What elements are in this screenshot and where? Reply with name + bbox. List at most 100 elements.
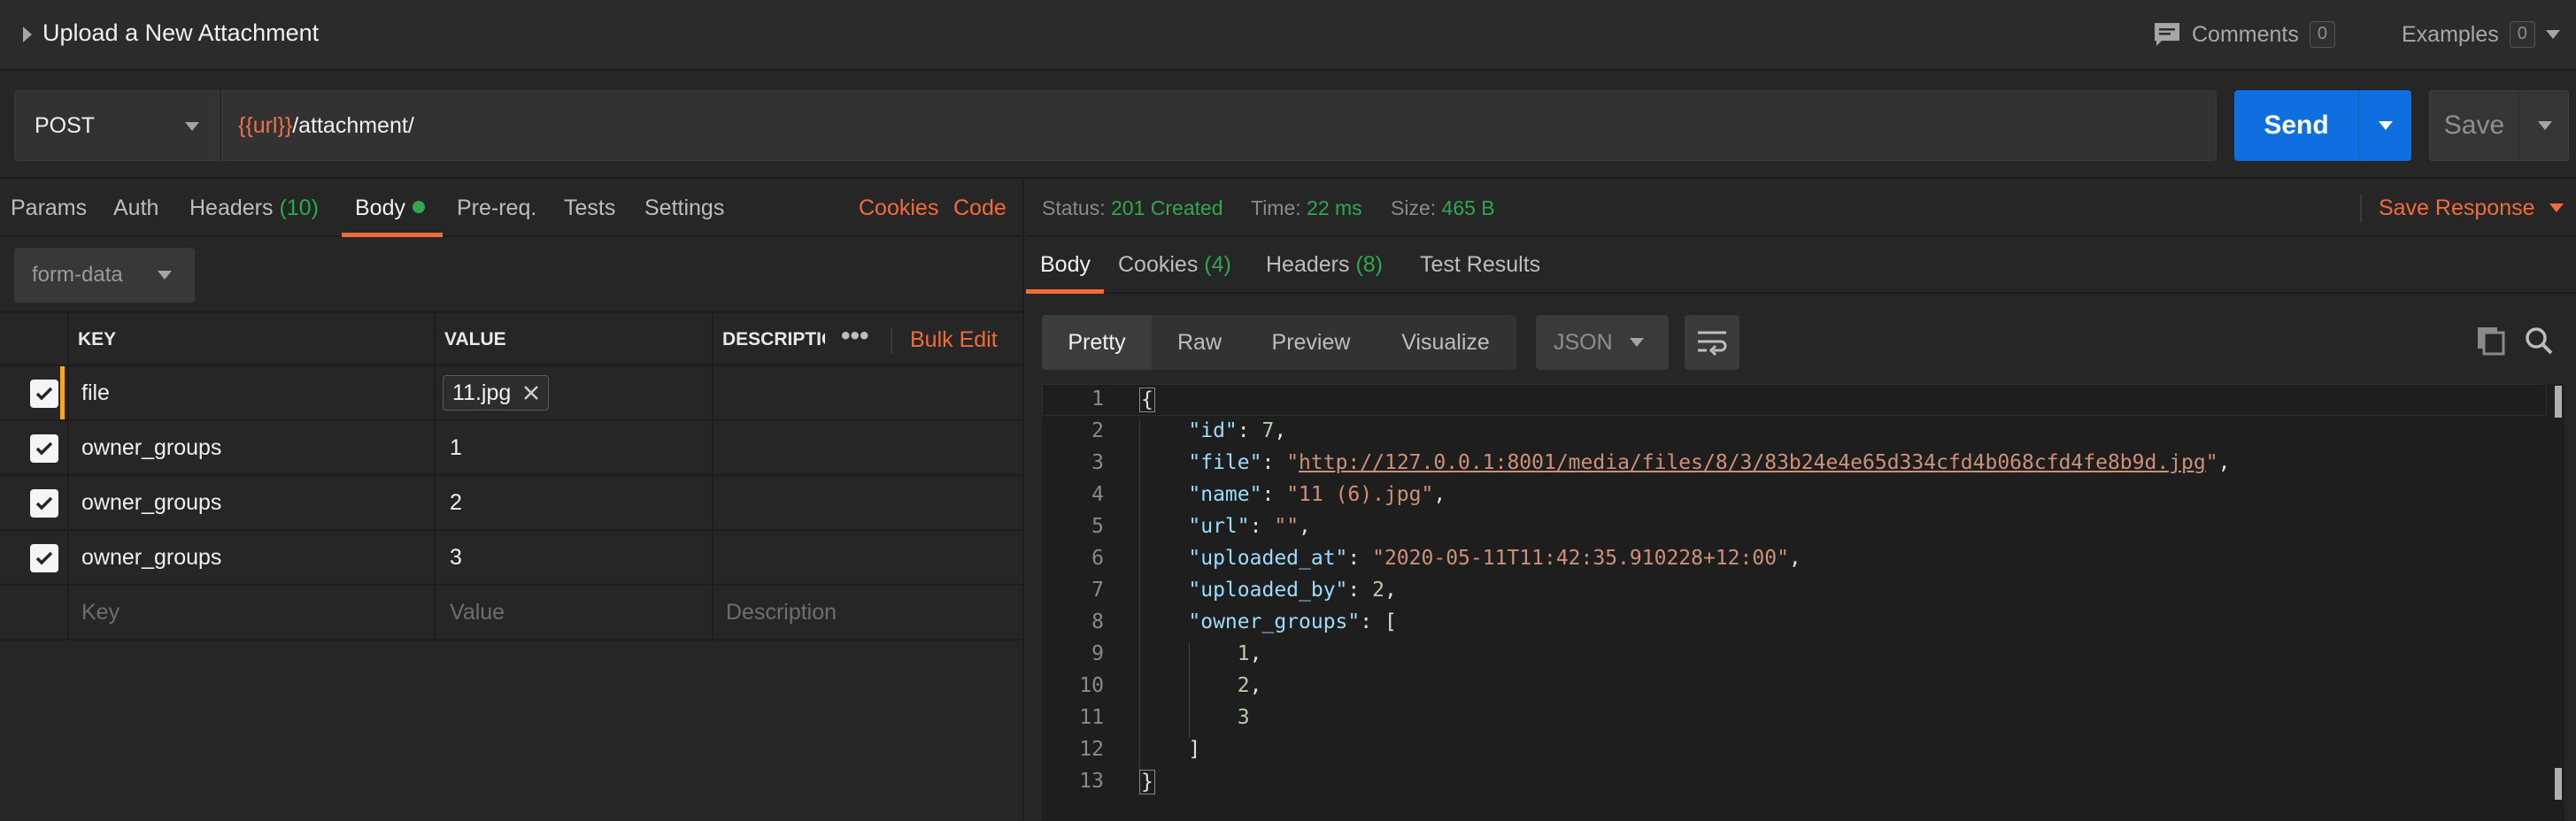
tab-response-cookies[interactable]: Cookies (4) bbox=[1118, 237, 1231, 292]
column-divider bbox=[712, 313, 713, 364]
row-key[interactable]: file bbox=[81, 366, 110, 419]
send-button[interactable]: Send bbox=[2234, 90, 2411, 161]
tab-auth[interactable]: Auth bbox=[113, 180, 158, 235]
save-options-button[interactable] bbox=[2518, 91, 2570, 160]
close-icon[interactable] bbox=[523, 385, 539, 401]
cookies-count: (4) bbox=[1204, 252, 1231, 277]
examples-count-badge: 0 bbox=[2509, 21, 2535, 48]
chevron-down-icon bbox=[1630, 338, 1644, 347]
view-toolbar: Pretty Raw Preview Visualize JSON bbox=[1042, 315, 1927, 372]
save-label: Save bbox=[2443, 111, 2505, 140]
description-input[interactable]: Description bbox=[726, 586, 837, 639]
tab-body[interactable]: Body bbox=[355, 180, 425, 235]
tab-response-body[interactable]: Body bbox=[1040, 237, 1091, 292]
file-chip[interactable]: 11.jpg bbox=[443, 375, 550, 410]
tab-params[interactable]: Params bbox=[11, 180, 87, 235]
code-line: "owner_groups": [ bbox=[1188, 610, 1397, 633]
json-value: 3 bbox=[1237, 706, 1250, 729]
key-input[interactable]: Key bbox=[81, 586, 120, 639]
tab-prereq[interactable]: Pre-req. bbox=[457, 180, 536, 235]
save-button[interactable]: Save bbox=[2429, 90, 2569, 161]
row-checkbox[interactable] bbox=[30, 544, 58, 572]
request-title[interactable]: Upload a New Attachment bbox=[42, 19, 319, 47]
json-value: "" bbox=[1274, 515, 1300, 538]
column-divider bbox=[434, 586, 436, 639]
comments-count-badge: 0 bbox=[2309, 21, 2335, 48]
row-checkbox[interactable] bbox=[30, 489, 58, 518]
current-line-highlight bbox=[1042, 384, 2547, 416]
response-code-view[interactable]: 1 2 3 4 5 6 7 8 9 10 11 12 13 { "id": 7,… bbox=[1042, 384, 2564, 821]
column-divider bbox=[891, 327, 892, 354]
body-type-select[interactable]: form-data bbox=[14, 248, 195, 303]
more-options-icon[interactable]: ••• bbox=[841, 313, 869, 366]
tab-headers[interactable]: Headers (10) bbox=[189, 180, 319, 235]
response-panel: Status: 201 Created Time: 22 ms Size: 46… bbox=[1026, 180, 2576, 821]
row-key[interactable]: owner_groups bbox=[81, 531, 221, 584]
search-icon[interactable] bbox=[2524, 326, 2554, 356]
row-key[interactable]: owner_groups bbox=[81, 476, 221, 529]
code-line: "url": "", bbox=[1188, 515, 1311, 538]
bulk-edit-link[interactable]: Bulk Edit bbox=[910, 313, 998, 366]
size-value: 465 B bbox=[1441, 196, 1495, 219]
table-row: file 11.jpg bbox=[0, 366, 1024, 421]
column-divider bbox=[712, 476, 713, 529]
row-value[interactable]: 2 bbox=[450, 476, 462, 529]
chevron-down-icon bbox=[2545, 30, 2560, 39]
active-tab-indicator bbox=[1026, 289, 1104, 294]
send-options-button[interactable] bbox=[2358, 90, 2411, 161]
row-key[interactable]: owner_groups bbox=[81, 421, 221, 474]
row-checkbox[interactable] bbox=[30, 380, 58, 408]
column-divider bbox=[434, 531, 436, 584]
expand-caret-icon[interactable] bbox=[23, 27, 32, 42]
tab-test-results[interactable]: Test Results bbox=[1420, 237, 1540, 292]
row-value[interactable]: 1 bbox=[450, 421, 462, 474]
size-info: Size: 465 B bbox=[1391, 180, 1495, 235]
time-info: Time: 22 ms bbox=[1251, 180, 1362, 235]
url-input[interactable]: {{url}}/attachment/ bbox=[221, 90, 2217, 161]
json-value: 1 bbox=[1237, 642, 1250, 665]
row-value[interactable]: 3 bbox=[450, 531, 462, 584]
method-select[interactable]: POST bbox=[14, 90, 220, 161]
json-key: "id" bbox=[1188, 419, 1238, 442]
tab-settings[interactable]: Settings bbox=[644, 180, 724, 235]
tab-response-headers-label: Headers bbox=[1266, 252, 1350, 277]
scrollbar-thumb[interactable] bbox=[2555, 768, 2562, 800]
view-visualize-button[interactable]: Visualize bbox=[1375, 315, 1516, 370]
view-raw-button[interactable]: Raw bbox=[1152, 315, 1247, 370]
column-divider bbox=[712, 531, 713, 584]
format-select[interactable]: JSON bbox=[1536, 315, 1669, 370]
column-divider bbox=[67, 421, 69, 474]
code-line: "uploaded_at": "2020-05-11T11:42:35.9102… bbox=[1188, 547, 1801, 570]
column-divider bbox=[712, 421, 713, 474]
table-row: owner_groups 3 bbox=[0, 531, 1024, 586]
file-url-link[interactable]: http://127.0.0.1:8001/media/files/8/3/83… bbox=[1299, 451, 2206, 474]
line-number: 7 bbox=[1091, 579, 1104, 602]
code-link[interactable]: Code bbox=[953, 180, 1006, 235]
wrap-lines-button[interactable] bbox=[1685, 315, 1739, 370]
view-preview-button[interactable]: Preview bbox=[1247, 315, 1375, 370]
json-value: "11 (6).jpg" bbox=[1286, 483, 1434, 506]
status-info: Status: 201 Created bbox=[1042, 180, 1223, 235]
row-checkbox[interactable] bbox=[30, 434, 58, 463]
tab-tests[interactable]: Tests bbox=[564, 180, 615, 235]
line-number: 4 bbox=[1091, 483, 1104, 506]
comments-label: Comments bbox=[2192, 21, 2299, 47]
scrollbar-thumb[interactable] bbox=[2555, 386, 2562, 418]
tab-response-headers[interactable]: Headers (8) bbox=[1266, 237, 1383, 292]
column-divider bbox=[434, 421, 436, 474]
check-icon bbox=[35, 387, 53, 401]
cookies-link[interactable]: Cookies bbox=[859, 180, 938, 235]
examples-dropdown[interactable]: Examples 0 bbox=[2402, 18, 2560, 51]
line-number: 2 bbox=[1091, 419, 1104, 442]
url-variable: {{url}} bbox=[238, 112, 293, 138]
code-line: "file": "http://127.0.0.1:8001/media/fil… bbox=[1188, 451, 2231, 474]
code-line: } bbox=[1139, 770, 1155, 794]
status-label: Status: bbox=[1042, 196, 1106, 219]
view-pretty-button[interactable]: Pretty bbox=[1042, 315, 1152, 370]
copy-icon[interactable] bbox=[2476, 326, 2506, 356]
value-input[interactable]: Value bbox=[450, 586, 505, 639]
comments-button[interactable]: Comments 0 bbox=[2153, 18, 2335, 51]
chevron-down-icon bbox=[2549, 203, 2564, 212]
save-response-button[interactable]: Save Response bbox=[2379, 180, 2564, 235]
json-key: "uploaded_at" bbox=[1188, 547, 1348, 570]
